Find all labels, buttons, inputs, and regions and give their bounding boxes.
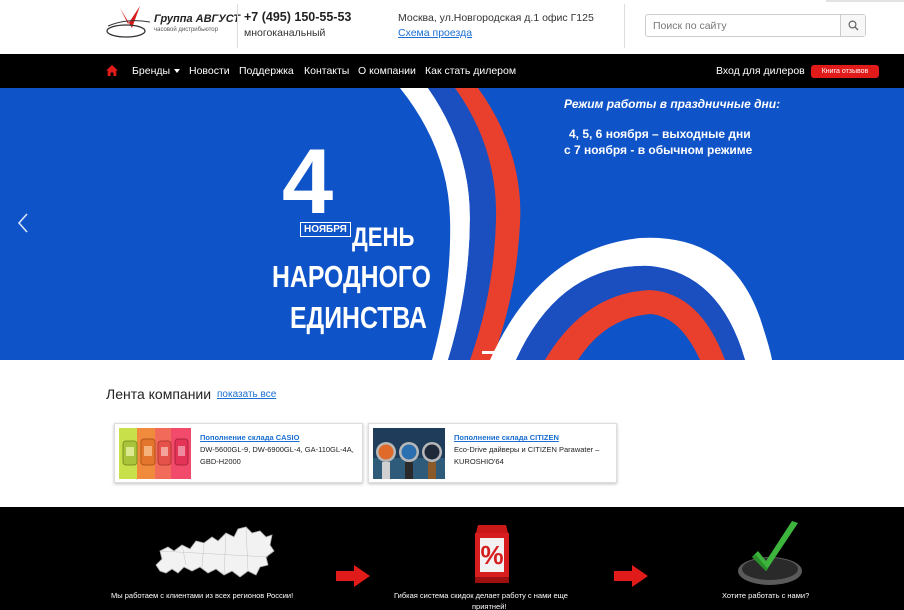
discount-box-icon: % bbox=[472, 521, 512, 585]
holiday-title-line3: ЕДИНСТВА bbox=[290, 300, 427, 335]
advantage-caption-regions: Мы работаем с клиентами из всех регионов… bbox=[111, 591, 294, 600]
phone-number[interactable]: +7 (495) 150-55-53 bbox=[244, 10, 351, 24]
holiday-day-number: 4 bbox=[282, 131, 334, 233]
slider-indicator[interactable] bbox=[482, 351, 501, 354]
advantages-section: Мы работаем с клиентами из всех регионов… bbox=[0, 507, 904, 610]
russia-map-icon bbox=[155, 526, 275, 578]
advantage-caption-discounts: Гибкая система скидок делает работу с на… bbox=[394, 591, 568, 600]
advantage-caption-cooperate: Хотите работать с нами? bbox=[722, 591, 810, 600]
route-map-link[interactable]: Схема проезда bbox=[398, 27, 472, 39]
schedule-line-1: 4, 5, 6 ноября – выходные дни bbox=[569, 127, 751, 141]
search-icon bbox=[847, 20, 858, 31]
chevron-left-icon[interactable] bbox=[17, 212, 29, 234]
card-text: DW-5600GL-9, DW-6900GL-4, GA-110GL-4A, G… bbox=[200, 445, 354, 466]
advantage-caption-discounts-line2: приятней! bbox=[472, 602, 507, 610]
news-card-citizen[interactable]: Пополнение склада CITIZEN Eco-Drive дайв… bbox=[368, 423, 617, 483]
card-title[interactable]: Пополнение склада CASIO bbox=[200, 433, 299, 442]
logo-subtitle: часовой дистрибьютор bbox=[154, 27, 218, 33]
casio-watches-image bbox=[119, 428, 191, 479]
nav-brands-label: Бренды bbox=[132, 65, 171, 77]
percent-sign: % bbox=[480, 540, 504, 570]
logo-mark-icon bbox=[106, 6, 151, 38]
red-arrow-icon bbox=[614, 565, 648, 587]
holiday-title-line2: НАРОДНОГО bbox=[272, 259, 431, 294]
phone-note: многоканальный bbox=[244, 27, 326, 39]
feed-title: Лента компании bbox=[106, 386, 212, 402]
header-divider bbox=[237, 4, 238, 48]
nav-brands[interactable]: Бренды bbox=[132, 65, 181, 77]
schedule-line-2: с 7 ноября - в обычном режиме bbox=[564, 143, 753, 157]
news-card-casio[interactable]: Пополнение склада CASIO DW-5600GL-9, DW-… bbox=[114, 423, 363, 483]
site-logo[interactable]: Группа АВГУСТ часовой дистрибьютор bbox=[106, 4, 240, 40]
caret-down-icon bbox=[174, 69, 181, 74]
citizen-watches-image bbox=[373, 428, 445, 479]
holiday-banner[interactable]: 4 НОЯБРЯ ДЕНЬ НАРОДНОГО ЕДИНСТВА Режим р… bbox=[0, 88, 904, 360]
nav-about[interactable]: О компании bbox=[358, 65, 416, 77]
top-edge-shadow bbox=[826, 0, 904, 2]
search-button[interactable] bbox=[840, 15, 865, 36]
main-navbar: Бренды Новости Поддержка Контакты О комп… bbox=[0, 54, 904, 88]
card-text: Eco-Drive дайверы и CITIZEN Parawater – … bbox=[454, 445, 600, 466]
red-arrow-icon bbox=[336, 565, 370, 587]
site-search bbox=[645, 14, 866, 37]
nav-news[interactable]: Новости bbox=[189, 65, 230, 77]
holiday-title-line1: ДЕНЬ bbox=[352, 222, 415, 252]
office-address: Москва, ул.Новгородская д.1 офис Г125 bbox=[398, 12, 594, 24]
card-title[interactable]: Пополнение склада CITIZEN bbox=[454, 433, 559, 442]
header-divider bbox=[624, 4, 625, 48]
flag-ribbon-graphic bbox=[400, 88, 772, 360]
show-all-link[interactable]: показать все bbox=[217, 389, 276, 400]
nav-contacts[interactable]: Контакты bbox=[304, 65, 349, 77]
logo-title: Группа АВГУСТ bbox=[154, 13, 240, 25]
schedule-title: Режим работы в праздничные дни: bbox=[564, 97, 781, 111]
home-icon[interactable] bbox=[106, 65, 118, 76]
site-header: Группа АВГУСТ часовой дистрибьютор +7 (4… bbox=[0, 0, 904, 54]
dealer-login-link[interactable]: Вход для дилеров bbox=[716, 65, 805, 77]
checkmark-icon bbox=[738, 521, 802, 585]
search-input[interactable] bbox=[646, 15, 842, 36]
reviews-book-button[interactable]: Книга отзывов bbox=[811, 65, 879, 78]
holiday-month: НОЯБРЯ bbox=[300, 222, 351, 237]
nav-become-dealer[interactable]: Как стать дилером bbox=[425, 65, 516, 77]
nav-support[interactable]: Поддержка bbox=[239, 65, 294, 77]
